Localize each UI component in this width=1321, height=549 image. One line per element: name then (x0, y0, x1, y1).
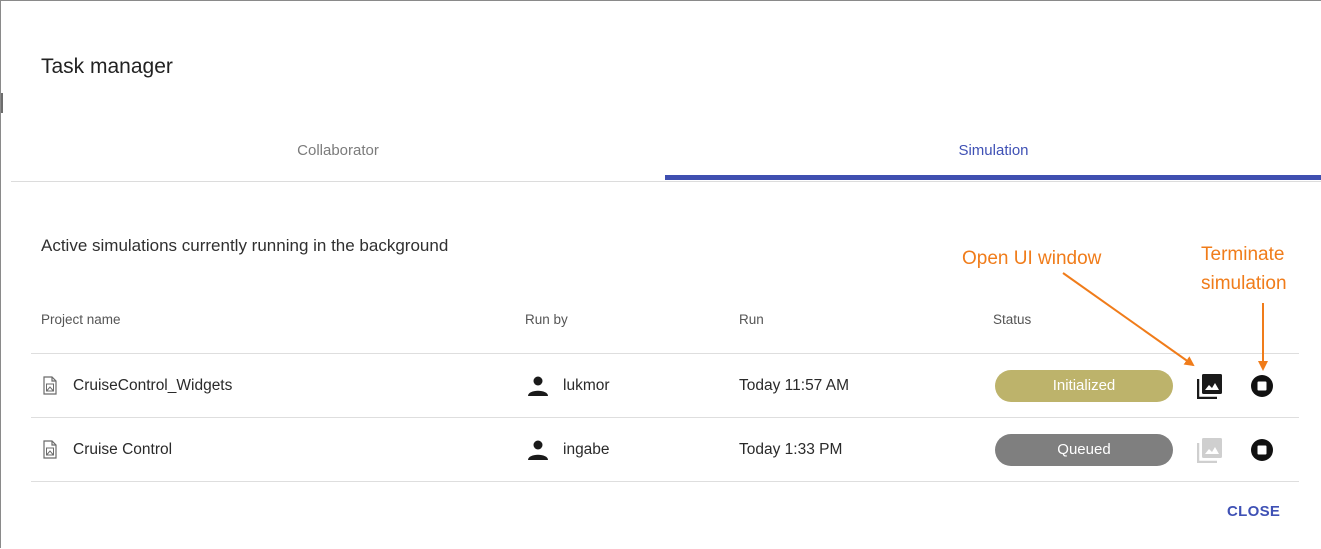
run-time: Today 11:57 AM (739, 377, 850, 394)
run-by: ingabe (563, 441, 610, 458)
table-row[interactable]: Cruise Control ingabe Today 1:33 PM Queu… (31, 418, 1299, 482)
stop-circle-icon[interactable] (1251, 439, 1273, 461)
background-window-edge (1, 93, 3, 113)
file-image-icon (43, 376, 57, 395)
header-status: Status (993, 312, 1032, 327)
stop-circle-icon[interactable] (1251, 375, 1273, 397)
run-by: lukmor (563, 377, 610, 394)
project-name: Cruise Control (73, 441, 173, 458)
table-divider (31, 481, 1299, 482)
tab-collaborator[interactable]: Collaborator (11, 125, 665, 181)
active-tab-indicator (665, 175, 1321, 180)
annotation-terminate-line2: simulation (1201, 273, 1287, 294)
close-button[interactable]: CLOSE (1227, 503, 1280, 520)
annotation-terminate-line1: Terminate (1201, 244, 1285, 265)
tab-bar: Collaborator Simulation (11, 125, 1321, 182)
table-row[interactable]: CruiseControl_Widgets lukmor Today 11:57… (31, 354, 1299, 418)
dialog-title: Task manager (41, 55, 173, 78)
status-badge: Initialized (995, 370, 1173, 402)
image-window-icon[interactable] (1197, 373, 1223, 399)
project-name: CruiseControl_Widgets (73, 377, 233, 394)
run-time: Today 1:33 PM (739, 441, 843, 458)
person-icon (528, 440, 548, 460)
header-run: Run (739, 312, 764, 327)
header-run-by: Run by (525, 312, 568, 327)
person-icon (528, 376, 548, 396)
arrow-open-ui (1062, 272, 1195, 367)
status-badge: Queued (995, 434, 1173, 466)
section-description: Active simulations currently running in … (41, 236, 449, 255)
annotation-open-ui: Open UI window (962, 248, 1102, 269)
file-image-icon (43, 440, 57, 459)
image-window-icon-disabled (1197, 438, 1222, 463)
tab-simulation[interactable]: Simulation (665, 125, 1321, 181)
header-project-name: Project name (41, 312, 121, 327)
task-manager-dialog: Task manager Collaborator Simulation Act… (0, 0, 1321, 548)
